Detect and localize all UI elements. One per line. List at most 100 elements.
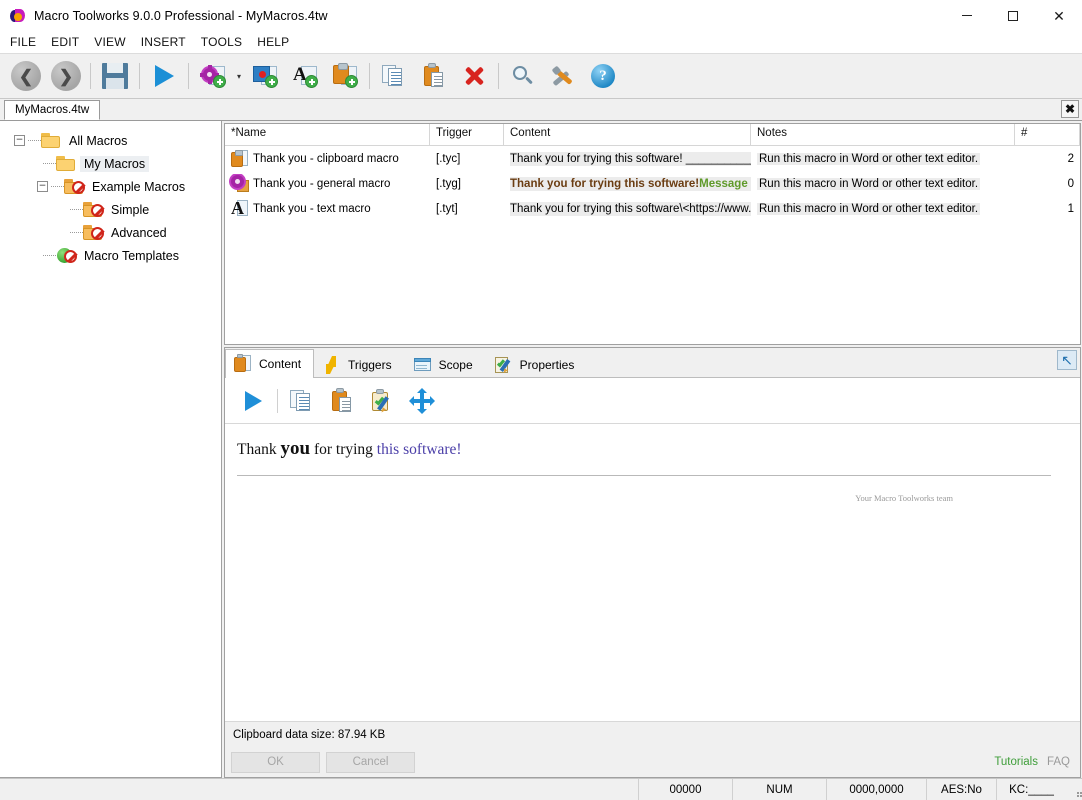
run-macro-button[interactable]	[144, 56, 184, 96]
paste-content-button[interactable]	[322, 382, 362, 420]
new-text-macro-button[interactable]: A	[285, 56, 325, 96]
faq-link[interactable]: FAQ	[1047, 756, 1070, 768]
ok-button[interactable]: OK	[231, 751, 320, 773]
menu-edit[interactable]: EDIT	[51, 33, 88, 51]
content-emphasis: you	[280, 438, 311, 459]
toolbar-separator	[369, 63, 370, 89]
menu-help[interactable]: HELP	[257, 33, 298, 51]
resize-grip-icon[interactable]	[1066, 779, 1082, 800]
tab-scope[interactable]: Scope	[405, 352, 486, 377]
menu-insert[interactable]: INSERT	[141, 33, 195, 51]
tab-label: Scope	[438, 358, 473, 372]
tools-icon	[551, 64, 575, 88]
cancel-button[interactable]: Cancel	[326, 751, 415, 773]
column-header-name[interactable]: *Name	[225, 124, 430, 145]
content-divider	[237, 475, 1052, 476]
clipboard-edit-icon	[370, 388, 394, 414]
red-x-icon	[462, 64, 486, 88]
copy-pages-icon	[290, 389, 314, 413]
options-button[interactable]	[543, 56, 583, 96]
macro-notes: Run this macro in Word or other text edi…	[757, 177, 981, 190]
table-row[interactable]: A Thank you - text macro [.tyt] Thank yo…	[225, 196, 1080, 221]
tree-node-my-macros[interactable]: My Macros	[6, 152, 221, 175]
toolbar-separator	[498, 63, 499, 89]
macro-name: Thank you - text macro	[253, 202, 371, 215]
table-row[interactable]: Thank you - clipboard macro [.tyc] Thank…	[225, 146, 1080, 171]
tree-expander[interactable]: −	[37, 181, 48, 192]
close-document-button[interactable]: ✖	[1061, 100, 1079, 118]
tree-node-all-macros[interactable]: − All Macros	[6, 129, 221, 152]
column-header-count[interactable]: #	[1015, 124, 1080, 145]
menu-tools[interactable]: TOOLS	[201, 33, 251, 51]
document-tab-mymacros[interactable]: MyMacros.4tw	[4, 100, 101, 120]
tree-expander[interactable]: −	[14, 135, 25, 146]
help-button[interactable]: ?	[583, 56, 623, 96]
application-window: Macro Toolworks 9.0.0 Professional - MyM…	[0, 0, 1082, 800]
macro-tree-panel: − All Macros My Macros − Example Macros	[0, 121, 222, 778]
expand-panel-button[interactable]: ↖	[1057, 350, 1077, 370]
macro-count: 1	[1067, 202, 1074, 215]
forward-button[interactable]: ❯	[46, 56, 86, 96]
tree-connector	[28, 140, 41, 141]
status-key-code: KC:____	[996, 779, 1066, 800]
save-button[interactable]	[95, 56, 135, 96]
maximize-button[interactable]	[990, 0, 1036, 31]
tree-node-macro-templates[interactable]: Macro Templates	[6, 244, 221, 267]
back-button[interactable]: ❮	[6, 56, 46, 96]
column-header-notes[interactable]: Notes	[751, 124, 1015, 145]
folder-blocked-icon	[64, 179, 85, 194]
macro-name: Thank you - general macro	[253, 177, 391, 190]
move-button[interactable]	[402, 382, 442, 420]
toolbar-separator	[139, 63, 140, 89]
status-spacer	[0, 779, 638, 800]
status-num-lock: NUM	[732, 779, 826, 800]
pencil-check-icon	[494, 356, 514, 374]
column-header-trigger[interactable]: Trigger	[430, 124, 504, 145]
macro-content-preview: Thank you for trying this software!	[510, 176, 700, 191]
title-bar: Macro Toolworks 9.0.0 Professional - MyM…	[0, 0, 1082, 31]
tutorials-link[interactable]: Tutorials	[994, 756, 1038, 768]
new-clipboard-macro-button[interactable]	[325, 56, 365, 96]
tree-node-label: Advanced	[111, 225, 167, 240]
content-editor[interactable]: Thank you for trying this software! Your…	[225, 424, 1080, 721]
tab-properties[interactable]: Properties	[486, 352, 588, 377]
play-clipboard-button[interactable]	[233, 382, 273, 420]
main-body: − All Macros My Macros − Example Macros	[0, 121, 1082, 778]
new-macro-dropdown[interactable]: ▾	[233, 56, 245, 96]
macro-trigger: [.tyg]	[436, 177, 461, 190]
menu-bar: FILE EDIT VIEW INSERT TOOLS HELP	[0, 31, 1082, 53]
right-pane: *Name Trigger Content Notes # Thank you …	[222, 121, 1082, 778]
tree-node-example-macros[interactable]: − Example Macros	[6, 175, 221, 198]
clipboard-add-icon	[332, 63, 358, 89]
delete-button[interactable]	[454, 56, 494, 96]
tab-content[interactable]: Content	[225, 349, 315, 378]
tab-triggers[interactable]: Triggers	[314, 352, 405, 377]
app-logo-icon	[10, 8, 26, 24]
content-signature: Your Macro Toolworks team	[855, 493, 953, 503]
record-macro-button[interactable]	[245, 56, 285, 96]
find-button[interactable]	[503, 56, 543, 96]
tree-connector	[43, 255, 56, 256]
status-encryption: AES:No	[926, 779, 996, 800]
paste-button[interactable]	[414, 56, 454, 96]
column-header-content[interactable]: Content	[504, 124, 751, 145]
new-macro-button[interactable]	[193, 56, 233, 96]
copy-content-button[interactable]	[282, 382, 322, 420]
menu-view[interactable]: VIEW	[94, 33, 134, 51]
text-macro-icon: A	[231, 199, 253, 219]
paste-clipboard-icon	[422, 63, 446, 88]
copy-button[interactable]	[374, 56, 414, 96]
macro-list-header: *Name Trigger Content Notes #	[225, 124, 1080, 146]
content-link: this software!	[376, 441, 462, 458]
close-button[interactable]: ✕	[1036, 0, 1082, 31]
tree-node-advanced[interactable]: Advanced	[6, 221, 221, 244]
content-prefix: Thank	[237, 441, 281, 458]
magnifier-icon	[511, 64, 535, 88]
edit-clipboard-button[interactable]	[362, 382, 402, 420]
tree-node-simple[interactable]: Simple	[6, 198, 221, 221]
menu-file[interactable]: FILE	[10, 33, 45, 51]
table-row[interactable]: Thank you - general macro [.tyg] Thank y…	[225, 171, 1080, 196]
macro-count: 0	[1067, 177, 1074, 190]
minimize-button[interactable]	[944, 0, 990, 31]
play-icon	[244, 390, 262, 411]
